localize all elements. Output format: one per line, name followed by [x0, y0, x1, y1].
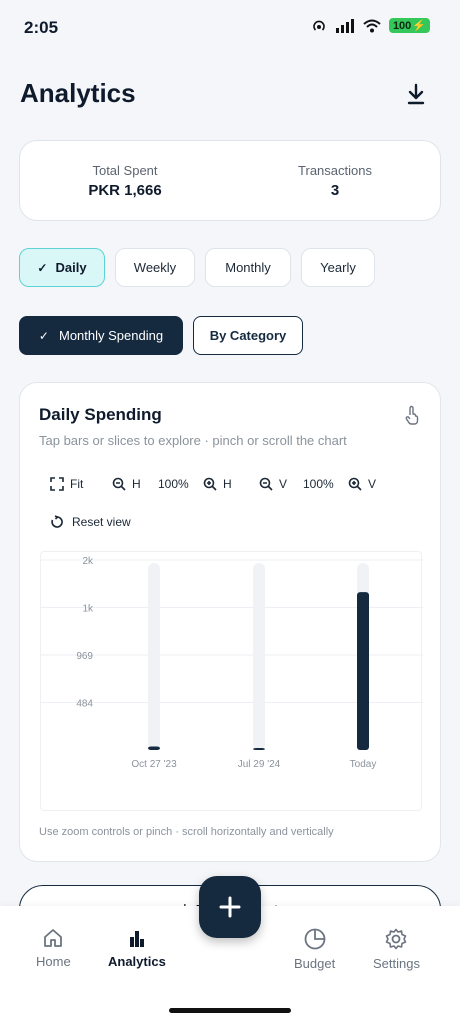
- hotspot-icon: [313, 20, 325, 31]
- y-tick-label: 484: [76, 699, 93, 710]
- period-chip-label: Daily: [55, 260, 87, 275]
- home-indicator: [169, 1008, 291, 1013]
- total-spent-cell: Total Spent PKR 1,666: [20, 141, 230, 220]
- nav-label: Settings: [373, 956, 420, 971]
- pie-chart-icon: [304, 928, 325, 950]
- nav-item-analytics[interactable]: Analytics: [108, 928, 166, 969]
- period-chip-daily[interactable]: ✓ Daily: [19, 248, 105, 287]
- nav-label: Home: [36, 954, 71, 969]
- period-chip-monthly[interactable]: Monthly: [205, 248, 291, 287]
- status-icons: 100 ⚡: [311, 18, 430, 33]
- status-bar: 2:05 100 ⚡: [0, 0, 460, 56]
- zoom-in-v-button[interactable]: V: [348, 477, 376, 491]
- x-tick-label: Oct 27 '23: [131, 759, 177, 770]
- nav-item-budget[interactable]: Budget: [294, 928, 335, 971]
- bar[interactable]: [357, 592, 369, 750]
- zoom-out-h-label: H: [132, 477, 141, 491]
- summary-card: Total Spent PKR 1,666 Transactions 3: [19, 140, 441, 221]
- bar[interactable]: [253, 748, 265, 750]
- zoom-v-value: 100%: [303, 477, 334, 491]
- chart-area[interactable]: 2k 1k 969 484 Oct 27 '23 Jul 29 '24 Today: [40, 551, 423, 812]
- bar-chart-icon: [129, 931, 144, 947]
- total-spent-label: Total Spent: [92, 162, 158, 178]
- page-title: Analytics: [20, 78, 136, 108]
- nav-label: Budget: [294, 956, 336, 971]
- zoom-out-v-label: V: [279, 477, 288, 491]
- battery-indicator: 100 ⚡: [388, 18, 430, 33]
- download-icon: [407, 83, 425, 105]
- touch-hint-icon: [404, 405, 420, 430]
- zoom-out-v-button[interactable]: V: [259, 477, 287, 491]
- daily-spending-chart[interactable]: 2k 1k 969 484 Oct 27 '23 Jul 29 '24 Today: [41, 552, 423, 812]
- period-chip-label: Monthly: [225, 260, 271, 275]
- monthly-spending-button[interactable]: ✓ Monthly Spending: [19, 316, 183, 355]
- nav-item-settings[interactable]: Settings: [373, 928, 420, 971]
- zoom-out-h-button[interactable]: H: [112, 477, 141, 491]
- x-tick-label: Jul 29 '24: [238, 759, 281, 770]
- chart-footnote: Use zoom controls or pinch · scroll hori…: [39, 826, 334, 838]
- chart-card: Daily Spending Tap bars or slices to exp…: [19, 382, 441, 862]
- nav-item-home[interactable]: Home: [36, 928, 71, 969]
- transactions-cell: Transactions 3: [230, 141, 440, 220]
- zoom-h-value: 100%: [158, 477, 189, 491]
- gear-icon: [386, 928, 407, 950]
- check-icon: ✓: [38, 328, 49, 343]
- transactions-value: 3: [330, 181, 340, 199]
- period-chip-label: Yearly: [320, 260, 356, 275]
- reset-icon: [51, 515, 63, 528]
- battery-level: 100: [392, 19, 412, 32]
- zoom-in-icon: [203, 477, 217, 491]
- period-chip-yearly[interactable]: Yearly: [301, 248, 375, 287]
- y-tick-label: 2k: [82, 556, 94, 567]
- view-toggle: ✓ Monthly Spending By Category: [19, 316, 303, 355]
- bar-track: [148, 563, 160, 750]
- fit-button[interactable]: Fit: [50, 477, 83, 491]
- zoom-v-percent: 100%: [303, 477, 334, 491]
- reset-view-label: Reset view: [72, 515, 131, 529]
- home-icon: [44, 929, 63, 947]
- download-button[interactable]: [404, 82, 428, 106]
- reset-view-button[interactable]: Reset view: [50, 515, 131, 529]
- period-selector: ✓ Daily Weekly Monthly Yearly: [19, 248, 375, 287]
- x-tick-label: Today: [350, 759, 377, 770]
- zoom-in-h-button[interactable]: H: [203, 477, 232, 491]
- zoom-in-v-label: V: [368, 477, 377, 491]
- zoom-controls: Fit H 100% H V 100% V: [50, 477, 410, 499]
- period-chip-label: Weekly: [133, 260, 177, 275]
- chart-title: Daily Spending: [39, 405, 162, 424]
- zoom-out-icon: [259, 477, 273, 491]
- fit-icon: [50, 477, 64, 491]
- period-chip-weekly[interactable]: Weekly: [115, 248, 195, 287]
- zoom-h-percent: 100%: [158, 477, 189, 491]
- nav-label: Analytics: [108, 954, 166, 969]
- by-category-button[interactable]: By Category: [193, 316, 303, 355]
- check-icon: ✓: [37, 260, 48, 275]
- add-transaction-button[interactable]: [199, 876, 261, 938]
- status-time: 2:05: [24, 18, 59, 37]
- view-label: By Category: [209, 328, 287, 343]
- y-tick-label: 969: [76, 651, 93, 662]
- fit-label: Fit: [70, 477, 84, 491]
- zoom-out-icon: [112, 477, 126, 491]
- charging-icon: ⚡: [412, 20, 426, 32]
- signal-icon: [335, 18, 354, 33]
- bar[interactable]: [148, 746, 160, 750]
- view-label: Monthly Spending: [58, 328, 164, 343]
- total-spent-value: PKR 1,666: [88, 181, 162, 199]
- zoom-in-icon: [348, 477, 362, 491]
- wifi-icon: [363, 19, 381, 32]
- transactions-label: Transactions: [298, 162, 372, 178]
- chart-subtitle: Tap bars or slices to explore · pinch or…: [39, 433, 347, 448]
- zoom-in-h-label: H: [223, 477, 232, 491]
- plus-icon: [219, 896, 241, 918]
- bar-track: [253, 563, 265, 750]
- y-tick-label: 1k: [82, 604, 94, 615]
